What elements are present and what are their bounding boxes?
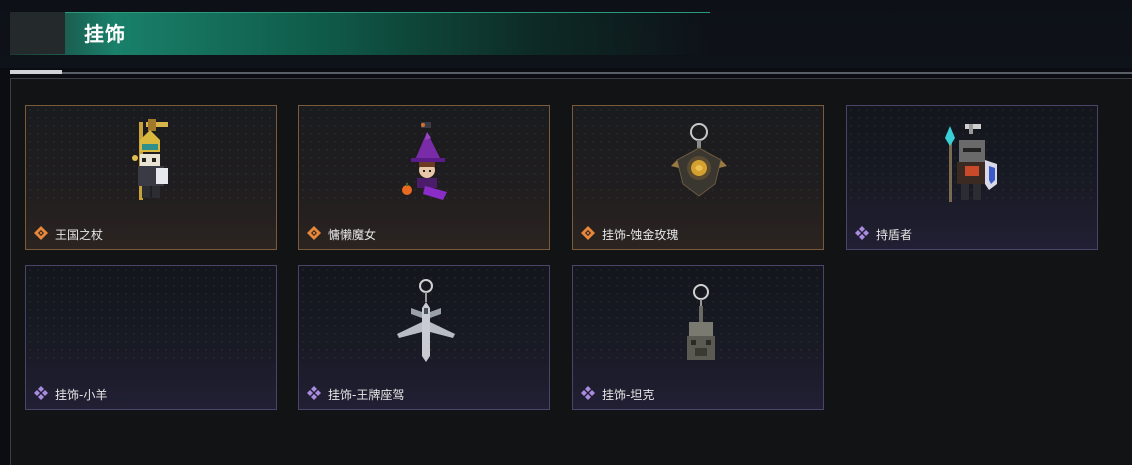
items-panel: 王国之杖 慵懒魔女 挂饰-蚀金玫瑰 持盾者 挂饰-小羊 挂饰-王牌座驾 挂饰-坦… bbox=[10, 78, 1132, 465]
item-card-lazy-witch[interactable]: 慵懒魔女 bbox=[298, 105, 550, 250]
kingdom-staff-character-icon bbox=[132, 119, 168, 200]
orange-diamond-icon bbox=[34, 226, 48, 240]
item-label: 王国之杖 bbox=[55, 228, 104, 242]
item-label: 挂饰-蚀金玫瑰 bbox=[602, 228, 679, 242]
page-title: 挂饰 bbox=[84, 22, 126, 46]
shield-bearer-character-icon bbox=[945, 124, 997, 202]
item-card-tank[interactable]: 挂饰-坦克 bbox=[572, 265, 824, 410]
item-label: 挂饰-坦克 bbox=[602, 388, 655, 402]
title-notch bbox=[10, 12, 65, 54]
tank-pendant-icon bbox=[687, 284, 715, 360]
purple-diamond-icon bbox=[307, 386, 321, 400]
item-label: 慵懒魔女 bbox=[328, 228, 377, 242]
item-card-shield-bearer[interactable]: 持盾者 bbox=[846, 105, 1098, 250]
purple-diamond-icon bbox=[34, 386, 48, 400]
item-label: 持盾者 bbox=[876, 228, 913, 242]
purple-diamond-icon bbox=[855, 226, 869, 240]
jet-plane-pendant-icon bbox=[397, 279, 455, 362]
lazy-witch-character-icon bbox=[402, 122, 447, 200]
item-card-gold-rose[interactable]: 挂饰-蚀金玫瑰 bbox=[572, 105, 824, 250]
item-card-lamb[interactable]: 挂饰-小羊 bbox=[25, 265, 277, 410]
orange-diamond-icon bbox=[307, 226, 321, 240]
item-card-ace-ride[interactable]: 挂饰-王牌座驾 bbox=[298, 265, 550, 410]
item-card-kingdom-staff[interactable]: 王国之杖 bbox=[25, 105, 277, 250]
gold-rose-pendant-icon bbox=[671, 123, 727, 197]
item-label: 挂饰-王牌座驾 bbox=[328, 388, 405, 402]
purple-diamond-icon bbox=[581, 386, 595, 400]
orange-diamond-icon bbox=[581, 226, 595, 240]
header-divider bbox=[10, 72, 1132, 74]
divider-accent bbox=[10, 70, 62, 74]
item-label: 挂饰-小羊 bbox=[55, 388, 108, 402]
